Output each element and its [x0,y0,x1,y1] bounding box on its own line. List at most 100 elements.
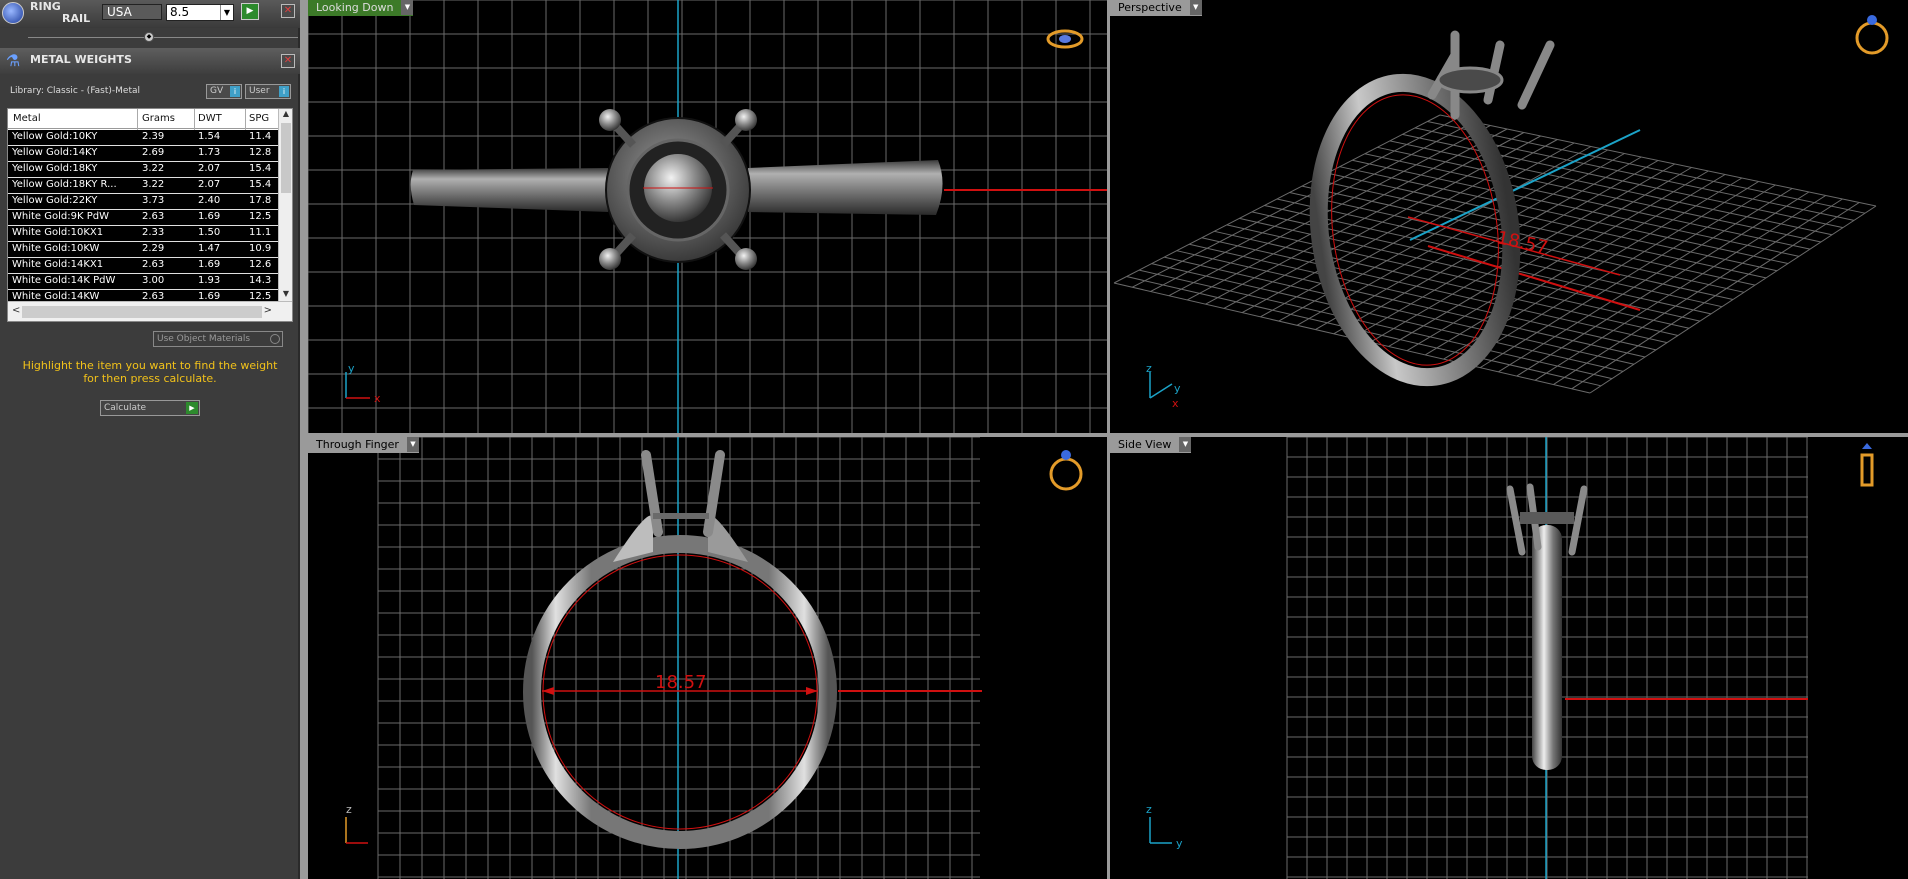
measurement-label: 18.57 [655,672,707,693]
svg-text:z: z [346,803,352,816]
table-row[interactable]: White Gold:10KX1 2.33 1.50 11.1 [8,226,278,242]
table-row[interactable]: White Gold:9K PdW 2.63 1.69 12.5 [8,210,278,226]
table-cell: White Gold:14KX1 [12,259,104,270]
table-cell: 2.07 [198,163,221,174]
table-row[interactable]: White Gold:14K PdW 3.00 1.93 14.3 [8,274,278,290]
ring-rail-bar: RING RAIL USA 8.5 ▼ ▶ ✕ [0,0,300,28]
table-cell: Yellow Gold:22KY [12,195,98,206]
table-cell: 2.40 [198,195,221,206]
table-cell: White Gold:10KW [12,243,100,254]
scroll-up-icon[interactable]: ▲ [279,109,293,121]
scroll-thumb[interactable] [281,123,291,193]
viewport-through-finger[interactable]: 18.57 z Through Finger ▼ [308,437,1107,879]
table-row[interactable]: Yellow Gold:18KY R... 3.22 2.07 15.4 [8,178,278,194]
column-header-dwt[interactable]: DWT [198,113,222,124]
table-cell: 1.69 [198,259,221,270]
prong-tip [599,109,621,131]
chevron-down-icon[interactable]: ▼ [1179,437,1192,452]
table-cell: White Gold:14K PdW [12,275,116,286]
prongs [641,450,725,537]
country-field[interactable]: USA [102,4,162,20]
table-cell: 1.50 [198,227,221,238]
viewport-menu-perspective[interactable]: Perspective ▼ [1110,0,1202,16]
scroll-right-icon[interactable]: > [264,305,272,316]
viewport-menu-side-view[interactable]: Side View ▼ [1110,437,1192,453]
table-cell: 3.22 [142,179,165,190]
viewport-looking-down[interactable]: y x Looking Down ▼ [308,0,1107,433]
sidebar: RING RAIL USA 8.5 ▼ ▶ ✕ ◆ ⚗ METAL WEIGHT… [0,0,300,879]
view-cube-ring-icon[interactable] [1860,443,1874,487]
gv-toggle[interactable]: GV i [206,84,242,99]
table-cell: 2.63 [142,211,165,222]
ring-rail-logo-icon [2,2,24,24]
scroll-thumb[interactable] [22,306,262,318]
table-header: Metal Grams DWT SPG [8,109,278,129]
use-object-materials-checkbox[interactable]: Use Object Materials [153,331,283,347]
table-cell: Yellow Gold:18KY [12,163,98,174]
table-row[interactable]: Yellow Gold:10KY 2.39 1.54 11.4 [8,130,278,146]
axis-gizmo: z [345,803,368,844]
calculate-button[interactable]: Calculate ▶ [100,400,200,416]
horizontal-scrollbar[interactable]: < > [8,301,292,321]
vertical-scrollbar[interactable]: ▲ ▼ [278,109,292,301]
info-icon: i [230,86,240,97]
info-icon: i [279,86,289,97]
column-header-spg[interactable]: SPG [249,113,269,124]
table-cell: 1.73 [198,147,221,158]
table-cell: Yellow Gold:14KY [12,147,98,158]
table-cell: 2.29 [142,243,165,254]
svg-text:z: z [1146,362,1152,375]
view-cube-ring-icon[interactable] [1855,15,1889,55]
chevron-down-icon[interactable]: ▼ [220,5,233,20]
table-row[interactable]: White Gold:14KX1 2.63 1.69 12.6 [8,258,278,274]
apply-play-button[interactable]: ▶ [241,3,259,20]
metal-weights-icon: ⚗ [5,51,21,70]
radio-icon[interactable] [270,334,280,344]
view-cube-ring-icon[interactable] [1049,450,1083,491]
chevron-down-icon[interactable]: ▼ [1189,0,1202,15]
user-toggle[interactable]: User i [245,84,291,99]
view-cube-ring-icon[interactable] [1046,29,1084,49]
table-cell: 12.8 [249,147,272,158]
table-cell: 2.39 [142,131,165,142]
viewport-menu-looking-down[interactable]: Looking Down ▼ [308,0,414,16]
viewport-menu-through-finger[interactable]: Through Finger ▼ [308,437,419,453]
table-cell: 11.4 [249,131,272,142]
column-header-grams[interactable]: Grams [142,113,175,124]
column-header-metal[interactable]: Metal [13,113,41,124]
scroll-down-icon[interactable]: ▼ [279,289,293,301]
panel-splitter[interactable] [300,0,308,879]
table-body: Yellow Gold:10KY 2.39 1.54 11.4 Yellow Gold:… [8,130,278,306]
ring-rail-slider[interactable]: ◆ [28,31,298,43]
table-cell: 2.69 [142,147,165,158]
table-cell: 2.07 [198,179,221,190]
prong-tip [735,109,757,131]
close-icon[interactable]: ✕ [281,54,295,68]
close-icon[interactable]: ✕ [281,4,295,18]
table-cell: 3.73 [142,195,165,206]
table-row[interactable]: Yellow Gold:22KY 3.73 2.40 17.8 [8,194,278,210]
shank-left [410,168,608,212]
metal-weights-header: ⚗ METAL WEIGHTS ✕ [0,48,300,74]
table-cell: 3.00 [142,275,165,286]
scroll-left-icon[interactable]: < [12,305,20,316]
chevron-down-icon[interactable]: ▼ [401,0,414,15]
table-row[interactable]: Yellow Gold:14KY 2.69 1.73 12.8 [8,146,278,162]
svg-text:x: x [374,392,381,405]
svg-text:y: y [1174,382,1181,395]
svg-text:y: y [348,362,355,375]
viewport-perspective[interactable]: 18.57 z y x Perspective ▼ [1110,0,1908,433]
shank-right [748,160,943,215]
table-cell: 3.22 [142,163,165,174]
table-cell: 1.47 [198,243,221,254]
viewport-side-view[interactable]: z y Side View ▼ [1110,437,1908,879]
table-cell: 17.8 [249,195,272,206]
table-cell: 14.3 [249,275,272,286]
table-row[interactable]: White Gold:10KW 2.29 1.47 10.9 [8,242,278,258]
table-row[interactable]: Yellow Gold:18KY 3.22 2.07 15.4 [8,162,278,178]
size-select[interactable]: 8.5 ▼ [166,4,234,21]
chevron-down-icon[interactable]: ▼ [406,437,419,452]
table-cell: 2.33 [142,227,165,238]
table-cell: White Gold:10KX1 [12,227,104,238]
slider-handle[interactable]: ◆ [144,32,154,42]
